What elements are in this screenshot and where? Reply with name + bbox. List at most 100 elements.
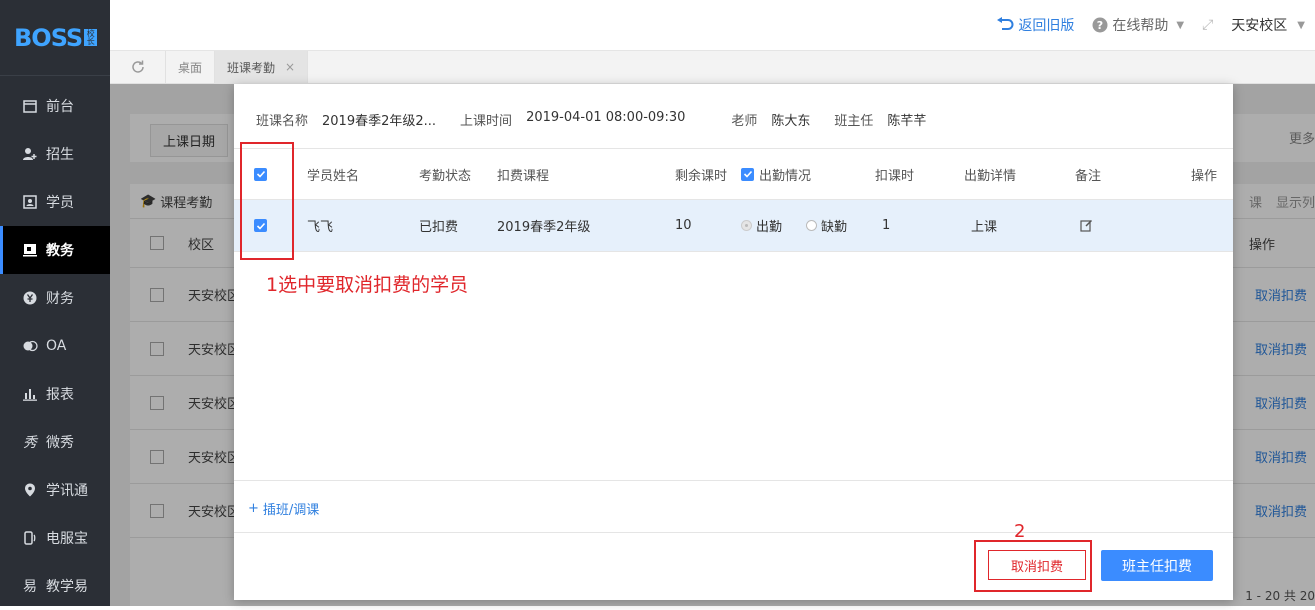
sidebar-item-label: 教务: [46, 243, 74, 259]
col-operation: 操作: [1191, 168, 1218, 184]
absent-label: 缺勤: [821, 220, 848, 235]
top-bar-actions: 返回旧版 ? 在线帮助 ▼ ⤢ 天安校区 ▼: [996, 0, 1305, 50]
refresh-icon[interactable]: [110, 51, 166, 83]
head-teacher-value: 陈芊芊: [887, 114, 927, 129]
col-attendance-status: 考勤状态: [419, 168, 472, 184]
col-attendance[interactable]: 出勤情况: [741, 149, 811, 199]
col-remaining-hours: 剩余课时: [675, 168, 728, 184]
col-deduct-hours: 扣课时: [875, 168, 915, 184]
yen-icon: [22, 290, 38, 306]
class-info: 班课名称 2019春季2年级2... 上课时间 2019-04-01 08:00…: [256, 110, 926, 129]
remaining-hours: 10: [675, 218, 692, 233]
campus-selector[interactable]: 天安校区 ▼: [1231, 15, 1305, 35]
logo[interactable]: BOSS 校长: [0, 0, 110, 76]
head-teacher-info: 班主任 陈芊芊: [834, 110, 926, 129]
phone-icon: [22, 530, 38, 546]
radio-dot: [806, 220, 817, 231]
tab-label: 桌面: [178, 60, 203, 75]
plus-icon: +: [248, 501, 259, 516]
deduct-hours: 1: [882, 218, 891, 233]
annotation-box-checkboxes: [240, 142, 294, 260]
back-old-version-label: 返回旧版: [1018, 18, 1075, 34]
xiu-icon: 秀: [23, 435, 37, 451]
sidebar: BOSS 校长 前台 招生 学员 教务 财务 OA 报表 秀 微秀 学讯通 电服…: [0, 0, 110, 606]
sidebar-item-weixiu[interactable]: 秀 微秀: [0, 418, 110, 466]
online-help-label: 在线帮助: [1112, 18, 1169, 34]
add-transfer-class-link[interactable]: + 插班/调课: [248, 499, 319, 518]
sidebar-item-reports[interactable]: 报表: [0, 370, 110, 418]
chevron-down-icon: ▼: [1176, 19, 1185, 31]
student-table: 学员姓名 考勤状态 扣费课程 剩余课时 出勤情况 扣课时 出勤详情 备注 操作 …: [234, 148, 1233, 252]
edit-note-icon[interactable]: [1080, 200, 1093, 251]
undo-icon: [997, 17, 1014, 30]
sidebar-item-label: 电服宝: [46, 531, 88, 547]
sidebar-nav: 前台 招生 学员 教务 财务 OA 报表 秀 微秀 学讯通 电服宝 易 教学易: [0, 76, 110, 610]
chevron-down-icon: ▼: [1297, 19, 1305, 31]
sidebar-item-jiaoxueyi[interactable]: 易 教学易: [0, 562, 110, 610]
fullscreen-icon[interactable]: ⤢: [1202, 17, 1213, 33]
annotation-step-1: 1选中要取消扣费的学员: [266, 274, 469, 296]
sidebar-item-label: OA: [46, 338, 67, 354]
table-row[interactable]: 飞飞 已扣费 2019春季2年级 10 出勤 缺勤 1 上课: [234, 200, 1233, 252]
student-name: 飞飞: [307, 220, 334, 235]
add-user-icon: [22, 146, 38, 162]
present-label: 出勤: [756, 220, 783, 235]
sidebar-item-label: 招生: [46, 147, 74, 163]
sidebar-item-label: 微秀: [46, 435, 74, 451]
easy-icon: 易: [23, 579, 37, 595]
radio-dot: [741, 220, 752, 231]
back-old-version-link[interactable]: 返回旧版: [996, 15, 1074, 35]
sidebar-item-label: 财务: [46, 291, 74, 307]
cancel-deduct-button[interactable]: 取消扣费: [988, 550, 1086, 580]
location-icon: [22, 482, 38, 498]
add-transfer-class-label: 插班/调课: [262, 503, 320, 518]
teacher-label: 老师: [731, 114, 758, 129]
divider: [234, 480, 1233, 481]
class-name-info: 班课名称 2019春季2年级2...: [256, 110, 436, 129]
col-attendance-label: 出勤情况: [759, 168, 812, 184]
present-radio[interactable]: 出勤: [741, 200, 782, 251]
attendance-modal: 班课名称 2019春季2年级2... 上课时间 2019-04-01 08:00…: [234, 84, 1233, 600]
sidebar-item-oa[interactable]: OA: [0, 322, 110, 370]
check-icon: [741, 167, 754, 181]
student-table-header: 学员姓名 考勤状态 扣费课程 剩余课时 出勤情况 扣课时 出勤详情 备注 操作: [234, 148, 1233, 200]
col-attendance-detail: 出勤详情: [964, 168, 1017, 184]
attendance-detail: 上课: [971, 220, 998, 235]
tab-bar: 桌面 班课考勤 ×: [110, 51, 1315, 84]
sidebar-item-finance[interactable]: 财务: [0, 274, 110, 322]
tab-class-attendance[interactable]: 班课考勤 ×: [215, 51, 309, 83]
head-teacher-deduct-button[interactable]: 班主任扣费: [1101, 550, 1213, 581]
top-bar: 返回旧版 ? 在线帮助 ▼ ⤢ 天安校区 ▼: [110, 0, 1315, 51]
absent-radio[interactable]: 缺勤: [806, 200, 847, 251]
sidebar-item-xuexuntong[interactable]: 学讯通: [0, 466, 110, 514]
class-time-value: 2019-04-01 08:00-09:30: [526, 110, 686, 125]
sidebar-item-frontdesk[interactable]: 前台: [0, 82, 110, 130]
sidebar-item-label: 学员: [46, 195, 74, 211]
online-help-menu[interactable]: ? 在线帮助 ▼: [1092, 15, 1184, 35]
sidebar-item-label: 学讯通: [46, 483, 88, 499]
tab-desktop[interactable]: 桌面: [166, 51, 216, 83]
teacher-info: 老师 陈大东: [731, 110, 810, 129]
board-icon: [22, 242, 38, 258]
divider: [234, 532, 1233, 533]
tab-label: 班课考勤: [227, 60, 276, 75]
col-note: 备注: [1075, 168, 1102, 184]
logo-badge: 校长: [84, 29, 98, 46]
svg-text:?: ?: [1097, 19, 1103, 32]
class-time-info: 上课时间 2019-04-01 08:00-09:30: [460, 110, 685, 129]
annotation-step-2: 2: [1014, 521, 1026, 542]
sidebar-item-enrollment[interactable]: 招生: [0, 130, 110, 178]
col-student-name: 学员姓名: [307, 168, 360, 184]
sidebar-item-students[interactable]: 学员: [0, 178, 110, 226]
attendance-status: 已扣费: [419, 220, 459, 235]
sidebar-item-academic[interactable]: 教务: [0, 226, 110, 274]
col-deduct-course: 扣费课程: [497, 168, 550, 184]
close-icon[interactable]: ×: [285, 60, 295, 74]
calendar-icon: [22, 98, 38, 114]
sidebar-item-label: 报表: [46, 387, 74, 403]
sidebar-item-dianfubao[interactable]: 电服宝: [0, 514, 110, 562]
chat-icon: [22, 338, 38, 354]
campus-label: 天安校区: [1231, 18, 1288, 34]
sidebar-item-label: 前台: [46, 99, 74, 115]
class-time-label: 上课时间: [460, 114, 513, 129]
